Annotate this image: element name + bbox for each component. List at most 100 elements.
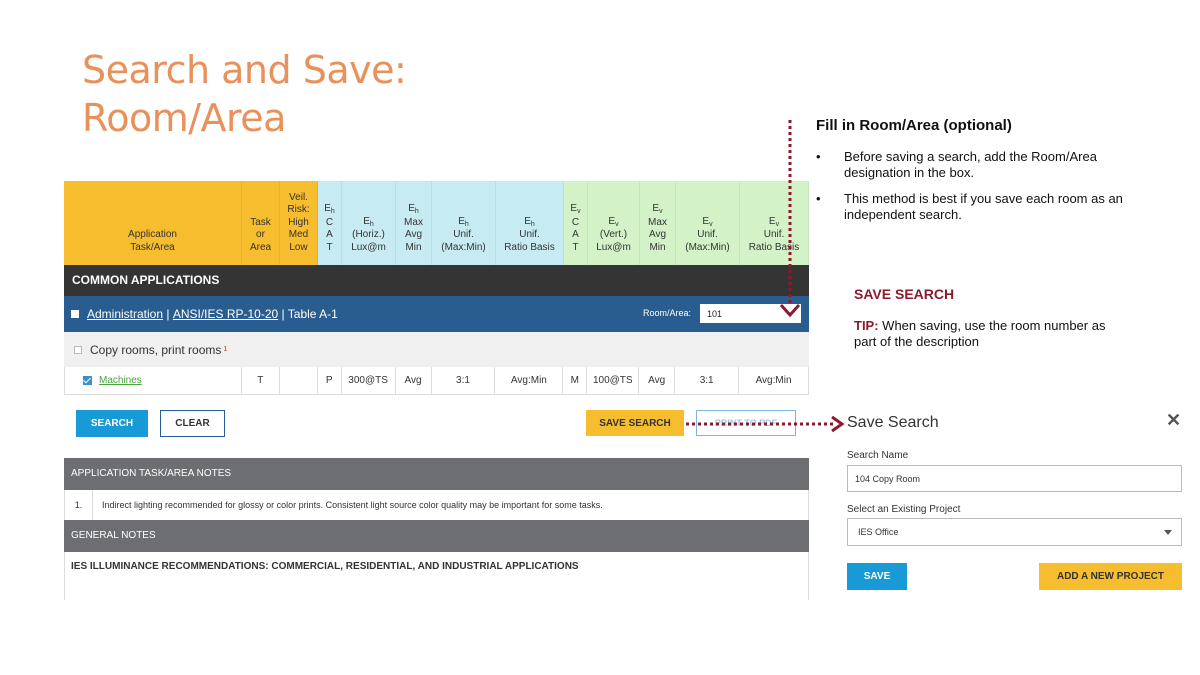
column-header-line: T [326,241,333,253]
ies-recommendations-text: IES ILLUMINANCE RECOMMENDATIONS: COMMERC… [71,561,579,572]
note-text: Indirect lighting recommended for glossy… [102,500,603,510]
column-header-line: C [325,216,334,228]
column-header: Eh Unif. Ratio Basis [496,181,564,265]
project-select[interactable]: IES Office [847,518,1182,546]
column-header-line: Eh [524,215,535,228]
print-to-pdf-button[interactable]: PRINT TO PDF [696,410,796,436]
table-cell: M [563,367,588,394]
column-header-line: High [288,216,309,228]
column-header-line: T [572,241,579,253]
table-cell: Avg [396,367,432,394]
table-cell: Machines [65,367,242,394]
caret-down-icon [1164,530,1172,535]
copy-rooms-checkbox[interactable] [74,345,82,354]
column-header-line: Ev [570,203,581,215]
room-area-input[interactable] [700,304,801,323]
project-select-value: IES Office [858,527,899,537]
column-header-line: A [572,229,579,240]
table-cell: 300@TS [342,367,396,394]
column-header-line: Ratio Basis [504,241,555,253]
column-header: Veil. Risk: High Med Low [280,181,318,265]
tip-body: When saving, use the room number as part… [854,318,1106,349]
column-header-line: Unif. [697,229,718,240]
column-header-line: Unif. [763,229,785,240]
common-applications-bar: COMMON APPLICATIONS [64,265,809,296]
column-header-line: Eh [408,203,419,215]
column-header-line: (Max:Min) [685,241,730,253]
column-header-line: Application [128,229,177,240]
column-header-line: (Horiz.) [352,229,385,240]
column-header-line: Eh [458,215,469,228]
column-header-line: (Vert.) [599,229,628,240]
column-header-line: Task [250,216,271,228]
add-new-project-button[interactable]: ADD A NEW PROJECT [1039,563,1182,590]
column-header-line: or [256,229,265,240]
administration-link[interactable]: Administration [87,307,163,321]
column-header-line: Low [289,241,308,253]
column-header-line: (Max:Min) [441,241,486,253]
machines-checkbox[interactable] [83,376,92,385]
column-header: Eh C A T [318,181,342,265]
slide-title: Search and Save: Room/Area [82,46,502,142]
callout-bullets: Before saving a search, add the Room/Are… [816,149,1146,233]
column-header: Eh Max Avg Min [396,181,432,265]
copy-rooms-label: Copy rooms, print rooms [90,342,222,357]
column-header-line: Lux@m [596,241,631,253]
note-number: 1. [65,490,93,520]
column-header-line: Ev [768,215,780,228]
table-cell: Avg [639,367,676,394]
fill-in-room-title: Fill in Room/Area (optional) [816,117,1012,134]
column-header-line: C [571,216,580,228]
search-button[interactable]: SEARCH [76,410,148,437]
column-header: Task or Area [242,181,280,265]
administration-checkbox[interactable] [71,310,79,318]
room-area-label: Room/Area: [643,308,692,318]
column-header-line: Task/Area [130,241,175,253]
tip-label: TIP: [854,318,879,333]
column-header-line: Risk: [287,204,310,215]
table-cell: Avg:Min [755,375,792,386]
column-header: Eh Unif. (Max:Min) [432,181,496,265]
column-header-line: Ev [652,203,663,215]
column-header-line: Unif. [453,229,474,240]
column-header-line: Min [649,241,666,253]
save-search-tip-title: SAVE SEARCH [854,286,955,302]
general-notes-header: GENERAL NOTES [64,520,809,552]
column-header-line: Med [288,229,309,240]
column-header-line: Avg [648,229,667,240]
search-name-label: Search Name [847,450,909,461]
column-header-line: Min [405,241,422,253]
clear-button[interactable]: CLEAR [160,410,225,437]
close-icon[interactable]: ✕ [1166,410,1181,431]
column-header-line: Area [249,241,272,253]
column-header: Ev C A T [564,181,588,265]
note-row: 1. Indirect lighting recommended for glo… [64,490,809,520]
column-header: Ev Unif. (Max:Min) [676,181,740,265]
table-cell: Avg:Min [495,367,564,394]
table-cell: 3:1 [675,367,740,394]
save-search-button[interactable]: SAVE SEARCH [586,410,684,436]
copy-rooms-note-ref: 1 [223,346,228,353]
tip-text: TIP: When saving, use the room number as… [854,318,1124,350]
slide-title-line-1: Search and Save: [82,48,407,92]
save-button[interactable]: SAVE [847,563,907,590]
column-header: Ev (Vert.) Lux@m [588,181,640,265]
column-header-line: Ratio Basis [748,241,800,253]
table-header: Application Task/Area Task or Area Veil. Risk:… [64,181,809,265]
project-select-label: Select an Existing Project [847,504,961,515]
column-header-line: Lux@m [351,241,386,253]
machines-link[interactable]: Machines [99,375,142,386]
callout-bullet: Before saving a search, add the Room/Are… [816,149,1146,181]
copy-rooms-row[interactable]: Copy rooms, print rooms 1 [64,332,809,367]
column-header-line: Eh [324,203,335,215]
table-cell: 100@TS [587,367,640,394]
search-name-input[interactable] [847,465,1182,492]
save-search-panel-title: Save Search [847,414,939,431]
column-header: Ev Max Avg Min [640,181,676,265]
column-header: Eh (Horiz.) Lux@m [342,181,396,265]
column-header-line: Ev [702,215,713,228]
table-cell [280,367,318,394]
admin-separator: | [163,307,173,321]
ansi-ies-link[interactable]: ANSI/IES RP-10-20 [173,307,278,321]
column-header-line: Unif. [519,229,540,240]
